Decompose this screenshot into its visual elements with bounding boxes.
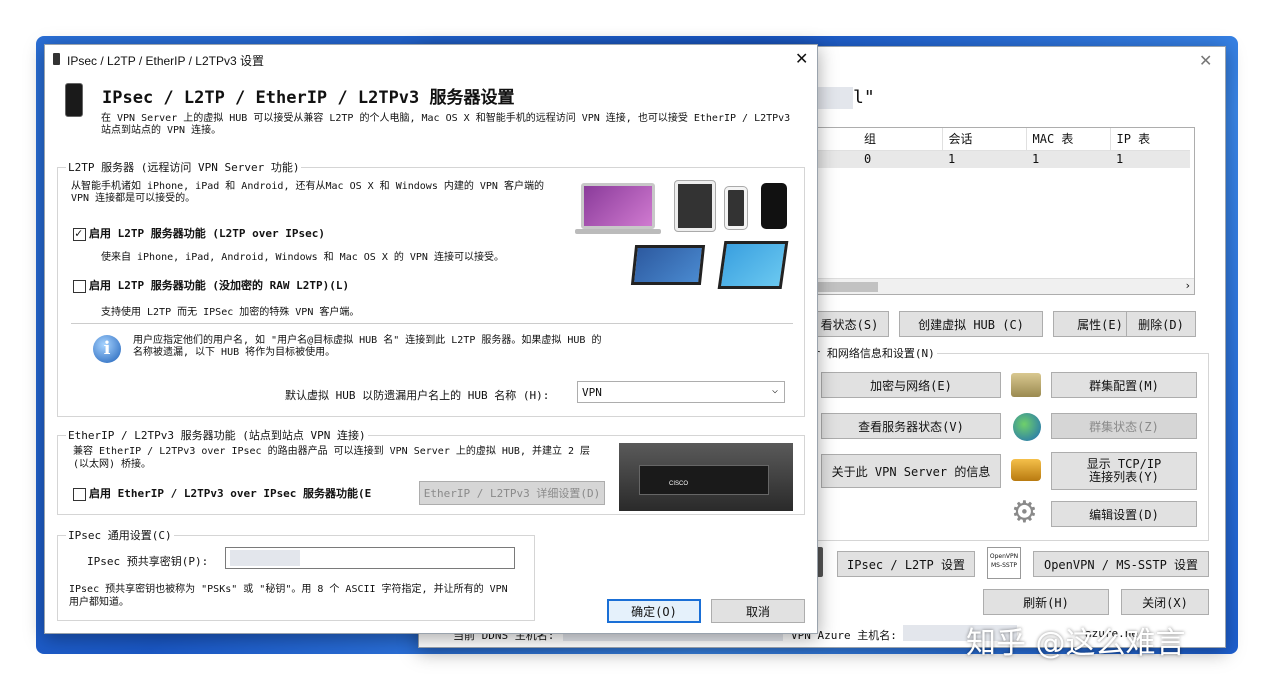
window-title-fragment: l" bbox=[853, 87, 875, 108]
tablet-icon bbox=[675, 181, 715, 231]
column-group: 组 bbox=[864, 132, 877, 147]
info-icon: i bbox=[93, 335, 121, 363]
cell-mac: 1 bbox=[1032, 152, 1040, 167]
etherip-group-label: EtherIP / L2TPv3 服务器功能 (站点到站点 VPN 连接) bbox=[66, 427, 368, 443]
close-icon[interactable]: ✕ bbox=[1199, 51, 1212, 70]
watermark: 知乎 @这么难言 bbox=[966, 626, 1186, 661]
group-label: er 和网络信息和设置(N) bbox=[805, 345, 937, 361]
phone-white-icon bbox=[725, 187, 747, 229]
pipe-icon bbox=[1011, 459, 1041, 481]
horizontal-scrollbar[interactable]: › bbox=[818, 278, 1194, 294]
router-image: CISCO bbox=[619, 443, 793, 511]
divider bbox=[71, 323, 793, 324]
column-ip: IP 表 bbox=[1116, 132, 1151, 147]
enable-raw-l2tp-checkbox[interactable]: 启用 L2TP 服务器功能 (没加密的 RAW L2TP)(L) bbox=[73, 277, 349, 293]
router-front bbox=[639, 465, 769, 495]
cell-ip: 1 bbox=[1116, 152, 1124, 167]
default-hub-select[interactable]: VPN ⌵ bbox=[577, 381, 785, 403]
checkbox-unchecked[interactable] bbox=[73, 279, 86, 293]
windows-laptop-icon bbox=[630, 245, 706, 285]
openvpn-button[interactable]: OpenVPN / MS-SSTP 设置 bbox=[1033, 551, 1209, 577]
hub-table[interactable]: 组 会话 MAC 表 IP 表 0 1 1 1 › bbox=[817, 127, 1195, 295]
laptop-icon bbox=[581, 183, 655, 229]
hub-info-text: 用户应指定他们的用户名, 如 "用户名@目标虚拟 HUB 名" 连接到此 L2T… bbox=[133, 335, 602, 358]
enable-etherip-label: 启用 EtherIP / L2TPv3 over IPsec 服务器功能(E bbox=[89, 487, 372, 500]
scroll-right-icon[interactable]: › bbox=[1186, 279, 1190, 292]
close-icon[interactable]: ✕ bbox=[795, 49, 808, 68]
etherip-detail-button[interactable]: EtherIP / L2TPv3 详细设置(D) bbox=[419, 481, 605, 505]
checkbox-unchecked[interactable] bbox=[73, 487, 86, 501]
edit-settings-button[interactable]: 编辑设置(D) bbox=[1051, 501, 1197, 527]
psk-note: IPsec 预共享密钥也被称为 "PSKs" 或 "秘钥"。用 8 个 ASCI… bbox=[69, 584, 508, 608]
cell-group: 0 bbox=[864, 152, 872, 167]
android-phone-icon bbox=[761, 183, 787, 229]
view-server-status-button[interactable]: 查看服务器状态(V) bbox=[821, 413, 1001, 439]
dialog-description: 在 VPN Server 上的虚拟 HUB 可以接受从兼容 L2TP 的个人电脑… bbox=[101, 113, 791, 136]
enable-etherip-checkbox[interactable]: 启用 EtherIP / L2TPv3 over IPsec 服务器功能(E bbox=[73, 485, 413, 501]
cancel-button[interactable]: 取消 bbox=[711, 599, 805, 623]
etherip-intro: 兼容 EtherIP / L2TPv3 over IPsec 的路由器产品 可以… bbox=[73, 446, 591, 470]
default-hub-value: VPN bbox=[582, 385, 602, 399]
view-status-button[interactable]: 看状态(S) bbox=[811, 311, 889, 337]
l2tp-group-label: L2TP 服务器 (远程访问 VPN Server 功能) bbox=[66, 159, 302, 175]
surface-tablet-icon bbox=[717, 241, 789, 289]
dialog-heading: IPsec / L2TP / EtherIP / L2TPv3 服务器设置 bbox=[102, 88, 515, 108]
table-header: 组 会话 MAC 表 IP 表 bbox=[818, 128, 1190, 150]
phone-icon bbox=[65, 83, 83, 117]
show-tcpip-button[interactable]: 显示 TCP/IP 连接列表(Y) bbox=[1051, 452, 1197, 490]
network-servers-icon bbox=[1011, 373, 1041, 397]
gear-icon: ⚙ bbox=[1011, 495, 1038, 530]
create-hub-button[interactable]: 创建虚拟 HUB (C) bbox=[899, 311, 1043, 337]
ipsec-l2tp-button[interactable]: IPsec / L2TP 设置 bbox=[837, 551, 975, 577]
psk-label: IPsec 预共享密钥(P): bbox=[87, 555, 209, 568]
about-server-button[interactable]: 关于此 VPN Server 的信息 bbox=[821, 454, 1001, 488]
cluster-status-button[interactable]: 群集状态(Z) bbox=[1051, 413, 1197, 439]
psk-input[interactable] bbox=[225, 547, 515, 569]
enable-l2tp-ipsec-desc: 使来自 iPhone, iPad, Android, Windows 和 Mac… bbox=[101, 252, 504, 263]
scrollbar-thumb[interactable] bbox=[818, 282, 878, 292]
refresh-button[interactable]: 刷新(H) bbox=[983, 589, 1109, 615]
cell-sessions: 1 bbox=[948, 152, 956, 167]
title-phone-icon bbox=[53, 53, 60, 65]
devices-illustration bbox=[575, 179, 795, 301]
column-mac: MAC 表 bbox=[1032, 132, 1074, 147]
chevron-down-icon[interactable]: ⌵ bbox=[772, 385, 778, 396]
enable-raw-l2tp-desc: 支持使用 L2TP 而无 IPSec 加密的特殊 VPN 客户端。 bbox=[101, 307, 360, 318]
l2tp-intro: 从智能手机诸如 iPhone, iPad 和 Android, 还有从Mac O… bbox=[71, 181, 544, 204]
laptop-base bbox=[575, 229, 661, 234]
checkbox-checked[interactable] bbox=[73, 226, 86, 241]
column-sessions: 会话 bbox=[948, 132, 973, 147]
cluster-config-button[interactable]: 群集配置(M) bbox=[1051, 372, 1197, 398]
close-button[interactable]: 关闭(X) bbox=[1121, 589, 1209, 615]
table-row[interactable]: 0 1 1 1 bbox=[818, 150, 1190, 168]
ok-button[interactable]: 确定(O) bbox=[607, 599, 701, 623]
enable-raw-l2tp-label: 启用 L2TP 服务器功能 (没加密的 RAW L2TP)(L) bbox=[89, 279, 350, 292]
openvpn-icon: OpenVPN MS-SSTP bbox=[987, 547, 1021, 579]
encryption-network-button[interactable]: 加密与网络(E) bbox=[821, 372, 1001, 398]
enable-l2tp-ipsec-label: 启用 L2TP 服务器功能 (L2TP over IPsec) bbox=[89, 227, 325, 240]
ipsec-settings-dialog: IPsec / L2TP / EtherIP / L2TPv3 设置 ✕ IPs… bbox=[44, 44, 818, 634]
globe-icon bbox=[1013, 413, 1041, 441]
default-hub-label: 默认虚拟 HUB 以防遗漏用户名上的 HUB 名称 (H): bbox=[285, 389, 550, 402]
redacted-psk bbox=[230, 550, 300, 566]
enable-l2tp-ipsec-checkbox[interactable]: 启用 L2TP 服务器功能 (L2TP over IPsec) bbox=[73, 225, 325, 241]
delete-button[interactable]: 删除(D) bbox=[1126, 311, 1196, 337]
dialog-title: IPsec / L2TP / EtherIP / L2TPv3 设置 bbox=[67, 54, 264, 68]
cisco-logo: CISCO bbox=[669, 481, 689, 487]
redacted-hostname bbox=[813, 87, 853, 109]
ipsec-group-label: IPsec 通用设置(C) bbox=[66, 527, 174, 543]
